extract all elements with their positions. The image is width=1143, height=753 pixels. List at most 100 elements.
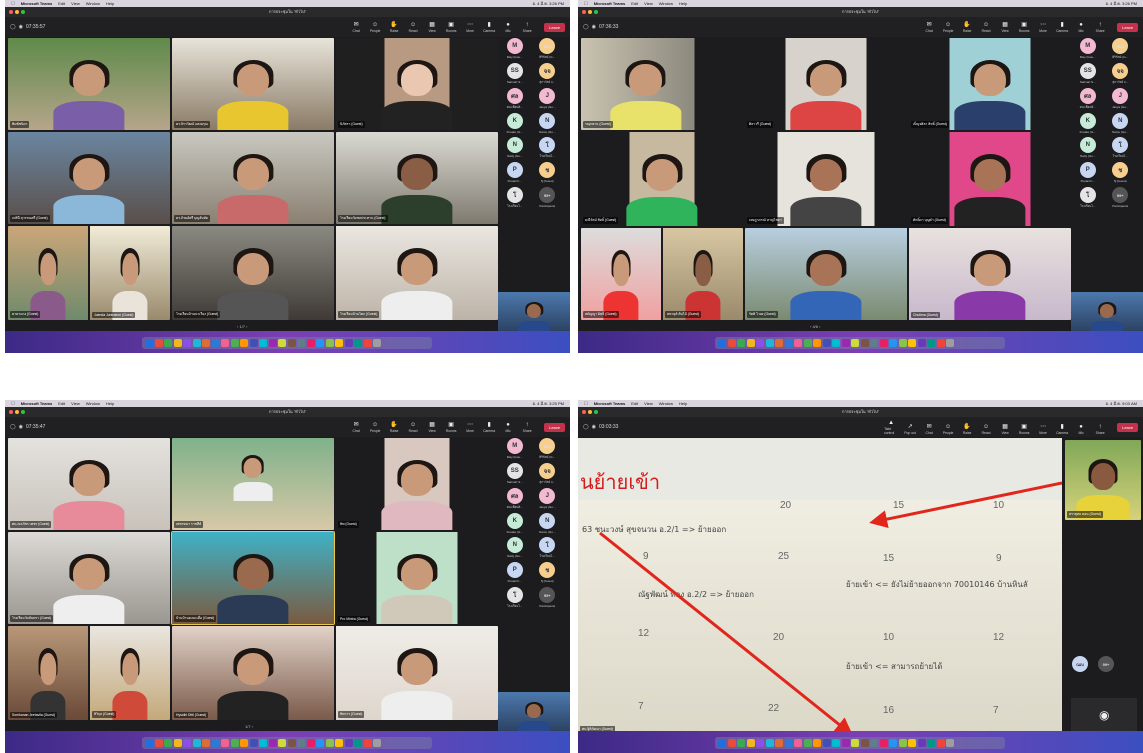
- rooms-button[interactable]: ▣ Rooms: [1017, 22, 1031, 33]
- participant-avatar[interactable]: ชชุ (Guest): [1106, 162, 1136, 184]
- video-tile[interactable]: ศน.ณรภัชร เพชร (Guest): [8, 438, 170, 530]
- pop-out-button[interactable]: ↗ Pop out: [903, 424, 917, 435]
- participant-avatar[interactable]: J Janya (Gu...: [533, 88, 563, 110]
- video-tile[interactable]: ดาดาแกง (Guest) Juenda Juntraeon (Guest): [8, 226, 170, 320]
- participant-avatar[interactable]: P Pusanit I...: [500, 562, 530, 584]
- chat-button[interactable]: ✉ Chat: [922, 424, 936, 435]
- video-tile[interactable]: Sornkanan Jeetavila (Guest) สิวิกุล (Gue…: [8, 626, 170, 720]
- dock-app-icon[interactable]: [746, 739, 755, 747]
- menu-edit[interactable]: Edit: [58, 401, 65, 406]
- participant-avatar[interactable]: N Namu (Gu...: [533, 513, 563, 534]
- dock-app-icon[interactable]: [765, 339, 774, 347]
- people-button[interactable]: ☺ People: [941, 424, 955, 435]
- dock-app-icon[interactable]: [259, 739, 267, 747]
- page-indicator[interactable]: 1/7 ›: [245, 724, 253, 729]
- dock-app-icon[interactable]: [173, 739, 182, 747]
- dock-app-icon[interactable]: [756, 739, 764, 747]
- window-controls[interactable]: [582, 410, 598, 414]
- dock-app-icon[interactable]: [832, 339, 840, 347]
- leave-button[interactable]: Leave: [544, 22, 565, 32]
- mic-button[interactable]: ● Mic: [501, 422, 515, 433]
- menu-edit[interactable]: Edit: [58, 1, 65, 6]
- more-button[interactable]: ⋯ More: [1036, 22, 1050, 33]
- apple-icon[interactable]: : [11, 1, 15, 7]
- dock-app-icon[interactable]: [908, 339, 916, 347]
- dock-app-icon[interactable]: [259, 339, 267, 347]
- raise-button[interactable]: ✋ Raise: [960, 22, 974, 33]
- video-tile[interactable]: รัตติ ไวงย (Guest) Chutima (Guest): [745, 228, 1071, 320]
- app-menu[interactable]: Microsoft Teams: [594, 401, 626, 406]
- dock-app-icon[interactable]: [145, 739, 153, 747]
- menu-help[interactable]: Help: [679, 1, 687, 6]
- dock-app-icon[interactable]: [870, 339, 878, 347]
- react-button[interactable]: ☺ React: [406, 422, 420, 433]
- video-tile[interactable]: เบ็ญจศิลา สิทธิ์ (Guest): [909, 38, 1071, 130]
- dock-app-icon[interactable]: [917, 339, 926, 347]
- dock-app-icon[interactable]: [737, 739, 745, 747]
- video-tile[interactable]: Pro Mintra (Guest): [336, 532, 498, 624]
- video-tile[interactable]: เกศินี สุวรรณศรี (Guest): [8, 132, 170, 224]
- view-button[interactable]: ▦ View: [998, 22, 1012, 33]
- video-tile[interactable]: ศิลาวรี (Guest): [745, 38, 907, 130]
- dock-app-icon[interactable]: [889, 339, 897, 347]
- menu-view[interactable]: View: [644, 401, 653, 406]
- dock-app-icon[interactable]: [946, 339, 954, 347]
- dock-app-icon[interactable]: [240, 739, 248, 747]
- video-tile[interactable]: มณีรัตน์ สิทธิ์ (Guest): [581, 132, 743, 226]
- dock-app-icon[interactable]: [211, 339, 220, 347]
- menu-view[interactable]: View: [71, 401, 80, 406]
- rooms-button[interactable]: ▣ Rooms: [444, 22, 458, 33]
- dock-app-icon[interactable]: [803, 339, 812, 347]
- dock-app-icon[interactable]: [794, 339, 802, 347]
- dock-app-icon[interactable]: [727, 739, 736, 747]
- participant-avatar[interactable]: ชชุ (Guest): [533, 562, 563, 584]
- more-button[interactable]: ⋯ More: [463, 22, 477, 33]
- dock-app-icon[interactable]: [154, 739, 163, 747]
- apple-icon[interactable]: : [584, 1, 588, 7]
- dock-app-icon[interactable]: [164, 739, 172, 747]
- leave-button[interactable]: Leave: [1117, 422, 1138, 432]
- dock-app-icon[interactable]: [803, 739, 812, 747]
- dock-app-icon[interactable]: [813, 339, 821, 347]
- dock-app-icon[interactable]: [860, 339, 869, 347]
- participant-avatar[interactable]: ชชุ (Guest): [533, 162, 563, 184]
- dock-app-icon[interactable]: [879, 739, 888, 747]
- leave-button[interactable]: Leave: [544, 422, 565, 432]
- dock-app-icon[interactable]: [784, 739, 793, 747]
- video-tile[interactable]: นิภัสรา (Guest): [336, 38, 498, 130]
- dock-app-icon[interactable]: [316, 339, 324, 347]
- camera-button[interactable]: ▮ Camera: [1055, 22, 1069, 33]
- participants-button[interactable]: 99+ Participants: [533, 587, 563, 609]
- participant-avatar[interactable]: M May (Gue...: [500, 38, 530, 60]
- react-button[interactable]: ☺ React: [979, 22, 993, 33]
- participant-avatar[interactable]: K Kruake (G...: [1073, 113, 1103, 134]
- dock-app-icon[interactable]: [841, 339, 850, 347]
- dock-app-icon[interactable]: [230, 739, 239, 747]
- participant-avatar[interactable]: โโรงเรียนไ...: [500, 187, 530, 209]
- participant-avatar[interactable]: M May (Gue...: [500, 438, 530, 460]
- dock-app-icon[interactable]: [889, 739, 897, 747]
- participant-avatar[interactable]: SS Sarinart S...: [1073, 63, 1103, 85]
- participant-avatar[interactable]: ทแม ศิริรัตน์ (G...: [533, 438, 563, 460]
- participants-button[interactable]: 99+ Participants: [533, 187, 563, 209]
- shared-screen[interactable]: นย้ายเข้า 20 15 10 63 ชนะวงษ์ สุขจนวน อ.…: [578, 438, 1062, 736]
- raise-button[interactable]: ✋ Raise: [387, 22, 401, 33]
- dock-app-icon[interactable]: [354, 739, 362, 747]
- menu-help[interactable]: Help: [106, 401, 114, 406]
- participant-avatar[interactable]: SS Sarinart S...: [500, 463, 530, 485]
- dock-app-icon[interactable]: [335, 339, 343, 347]
- dock-app-icon[interactable]: [287, 339, 296, 347]
- dock-app-icon[interactable]: [917, 739, 926, 747]
- share-button[interactable]: ↑ Share: [1093, 22, 1107, 33]
- dock-app-icon[interactable]: [145, 339, 153, 347]
- participant-avatar[interactable]: โโรงเรียนไ...: [1073, 187, 1103, 209]
- dock-app-icon[interactable]: [221, 339, 229, 347]
- leave-button[interactable]: Leave: [1117, 22, 1138, 32]
- participant-avatar[interactable]: ณเบ: [1072, 656, 1088, 672]
- participant-avatar[interactable]: K Kruake (G...: [500, 513, 530, 534]
- camera-button[interactable]: ▮ Camera: [482, 22, 496, 33]
- participant-avatar[interactable]: ศล ศน.เพื่อนศิ...: [1073, 88, 1103, 110]
- video-tile[interactable]: Hysidiri Ditti (Guest) ทิพวาร (Guest): [172, 626, 498, 720]
- participant-avatar[interactable]: J Janya (Gu...: [1106, 88, 1136, 110]
- dock-app-icon[interactable]: [775, 339, 783, 347]
